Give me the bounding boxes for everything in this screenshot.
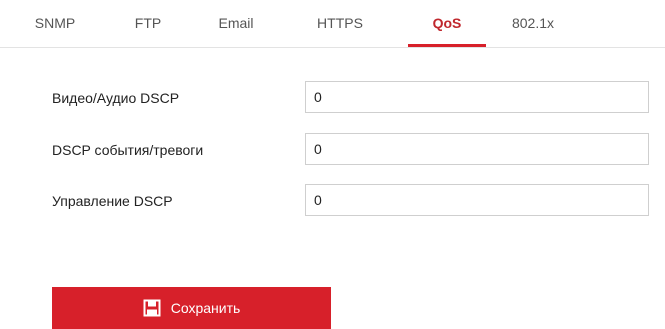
qos-settings-page: SNMP FTP Email HTTPS QoS 802.1x Видео/Ау… bbox=[0, 0, 665, 329]
video-audio-dscp-input[interactable] bbox=[305, 81, 649, 113]
field-row-management-dscp: Управление DSCP bbox=[0, 184, 665, 218]
tab-https[interactable]: HTTPS bbox=[305, 14, 375, 47]
video-audio-dscp-label: Видео/Аудио DSCP bbox=[52, 90, 180, 106]
floppy-disk-icon bbox=[143, 299, 161, 317]
save-button-label: Сохранить bbox=[170, 300, 241, 316]
field-row-video-audio-dscp: Видео/Аудио DSCP bbox=[0, 81, 665, 115]
tab-qos[interactable]: QoS bbox=[408, 14, 486, 47]
field-row-event-alarm-dscp: DSCP события/тревоги bbox=[0, 133, 665, 167]
tab-email[interactable]: Email bbox=[208, 14, 264, 47]
management-dscp-input[interactable] bbox=[305, 184, 649, 216]
tab-802-1x[interactable]: 802.1x bbox=[502, 14, 564, 47]
event-alarm-dscp-label: DSCP события/тревоги bbox=[52, 142, 204, 158]
event-alarm-dscp-input[interactable] bbox=[305, 133, 649, 165]
management-dscp-label: Управление DSCP bbox=[52, 193, 173, 209]
protocol-tab-bar: SNMP FTP Email HTTPS QoS 802.1x bbox=[0, 0, 665, 48]
save-button[interactable]: Сохранить bbox=[52, 287, 331, 329]
tab-ftp[interactable]: FTP bbox=[126, 14, 170, 47]
tab-snmp[interactable]: SNMP bbox=[28, 14, 82, 47]
